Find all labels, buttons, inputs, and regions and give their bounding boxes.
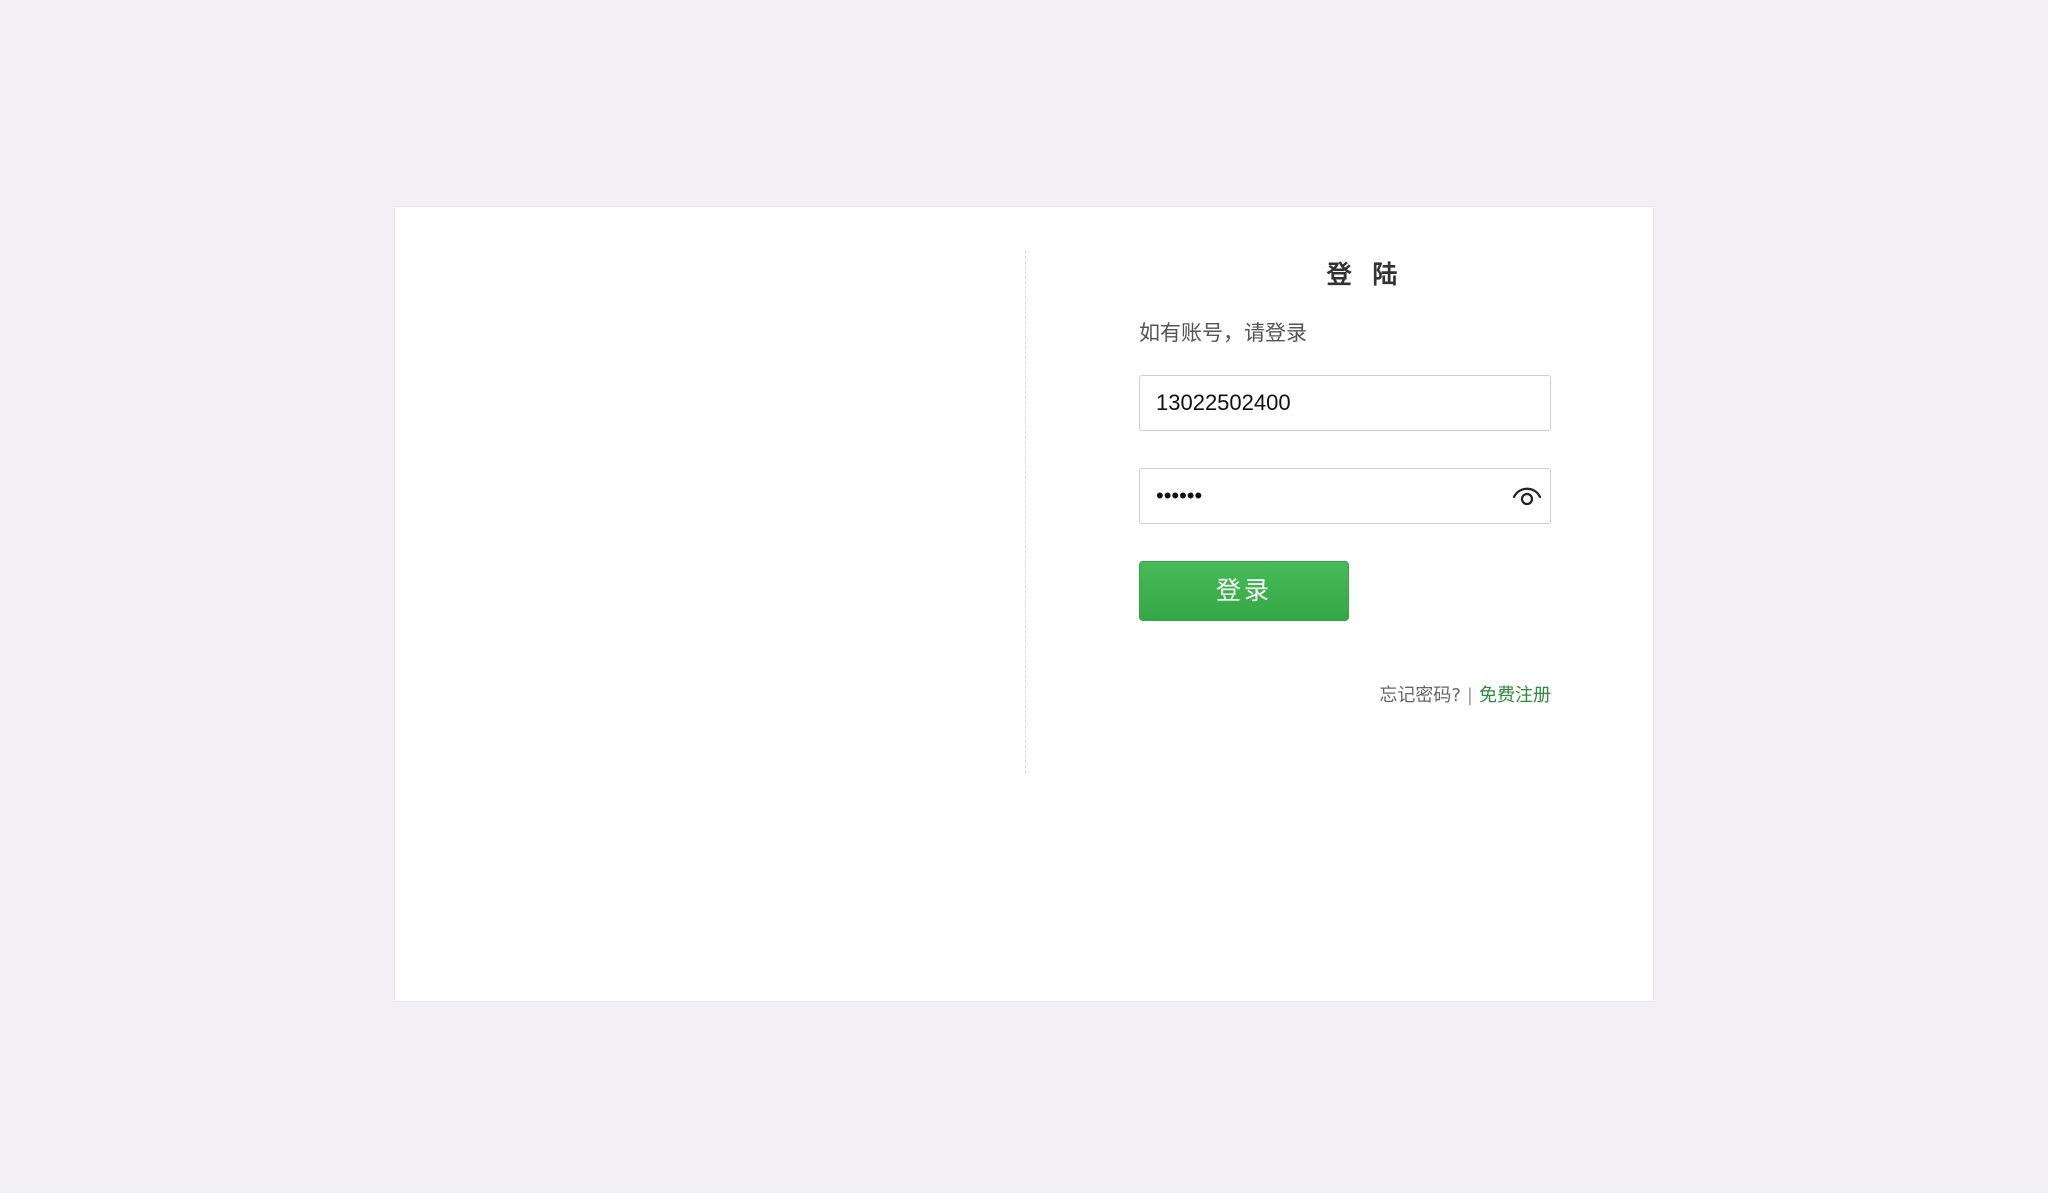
login-card: 登 陆 如有账号，请登录 登录 忘记密码?| 免费注册 (394, 206, 1654, 1002)
register-link[interactable]: 免费注册 (1479, 685, 1551, 706)
account-input[interactable] (1140, 376, 1480, 430)
account-field (1139, 375, 1551, 431)
password-input[interactable] (1140, 469, 1480, 523)
forgot-password-link[interactable]: 忘记密码? (1379, 685, 1461, 706)
password-field (1139, 468, 1551, 524)
form-links: 忘记密码? | 免费注册 (1379, 681, 1551, 707)
link-separator: | (1466, 685, 1473, 706)
eye-icon[interactable] (1512, 482, 1542, 510)
form-subtitle: 如有账号，请登录 (1139, 321, 1307, 345)
form-title: 登 陆 (1326, 260, 1404, 289)
vertical-divider (1025, 251, 1026, 773)
login-button[interactable]: 登录 (1139, 561, 1349, 621)
left-panel (395, 251, 1025, 773)
